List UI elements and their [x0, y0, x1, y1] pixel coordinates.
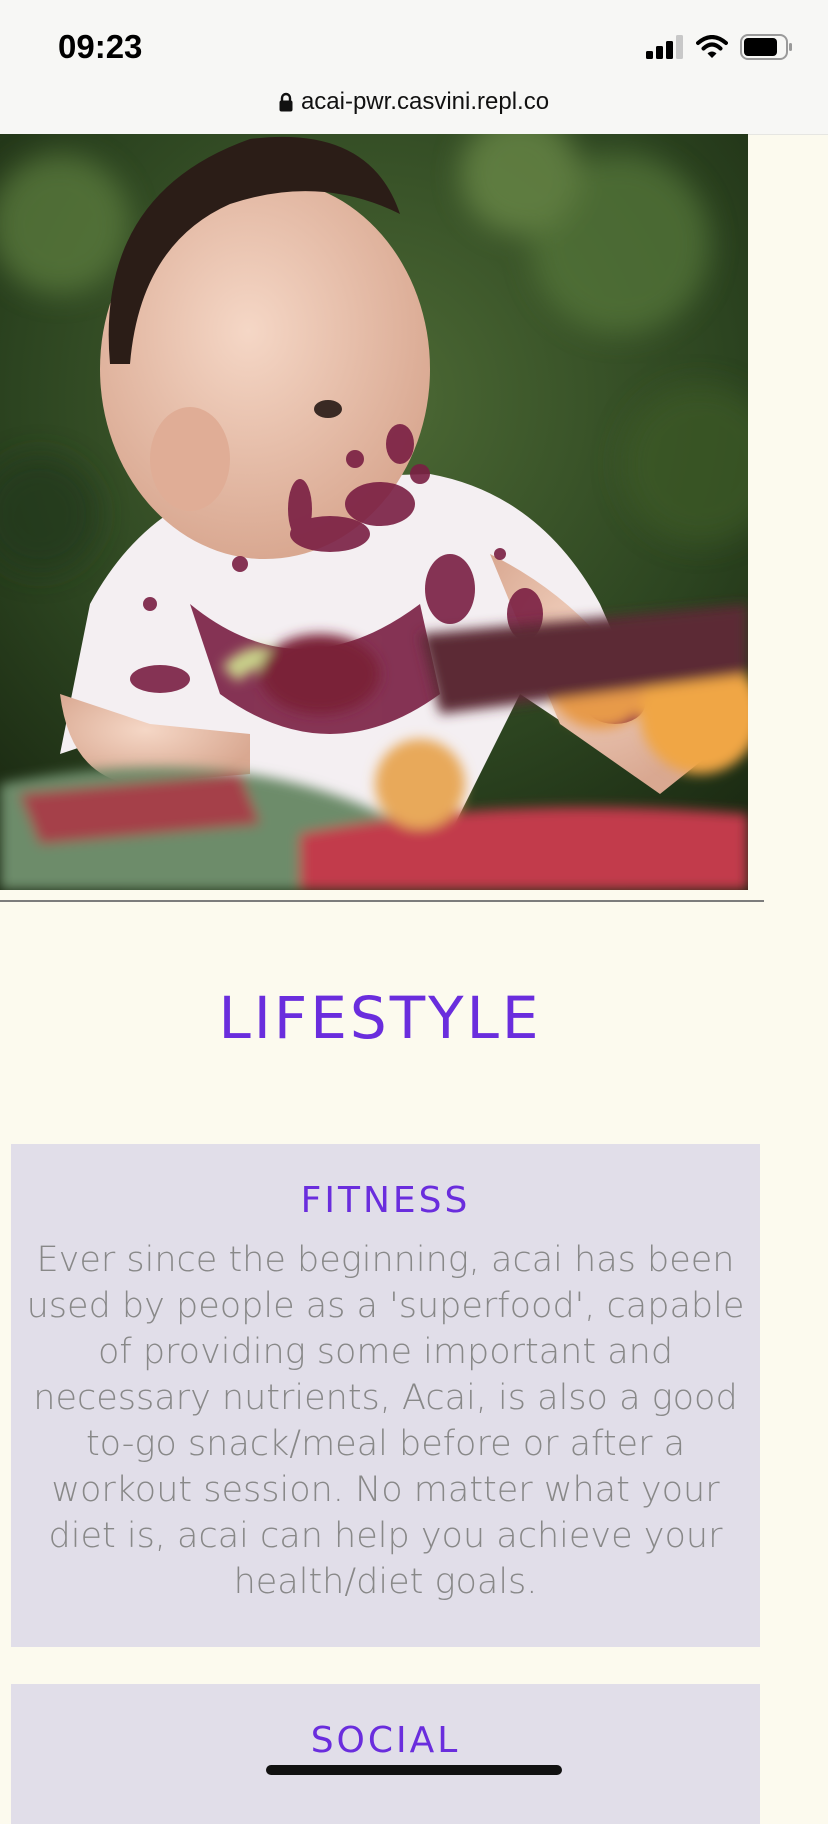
battery-icon [740, 34, 792, 60]
status-bar: 09:23 [0, 0, 828, 88]
lock-icon [279, 92, 293, 112]
address-bar[interactable]: acai-pwr.casvini.repl.co [0, 88, 828, 135]
lifestyle-title: LIFESTYLE [218, 984, 542, 1052]
section-divider [0, 900, 764, 902]
fitness-card-text: Ever since the beginning, acai has been … [26, 1240, 745, 1602]
status-icons [646, 34, 794, 60]
social-card-title: SOCIAL [310, 1720, 461, 1761]
home-indicator[interactable] [266, 1765, 562, 1775]
hero-image [0, 134, 748, 890]
url-text: acai-pwr.casvini.repl.co [300, 88, 550, 115]
signal-icon [646, 35, 683, 59]
fitness-card-title: FITNESS [300, 1180, 471, 1221]
status-time: 09:23 [58, 28, 143, 65]
wifi-icon [696, 35, 728, 58]
fitness-card: FITNESS Ever since the beginning, acai h… [11, 1144, 760, 1647]
social-card: SOCIAL [11, 1684, 760, 1824]
url-display[interactable]: acai-pwr.casvini.repl.co [279, 88, 549, 116]
